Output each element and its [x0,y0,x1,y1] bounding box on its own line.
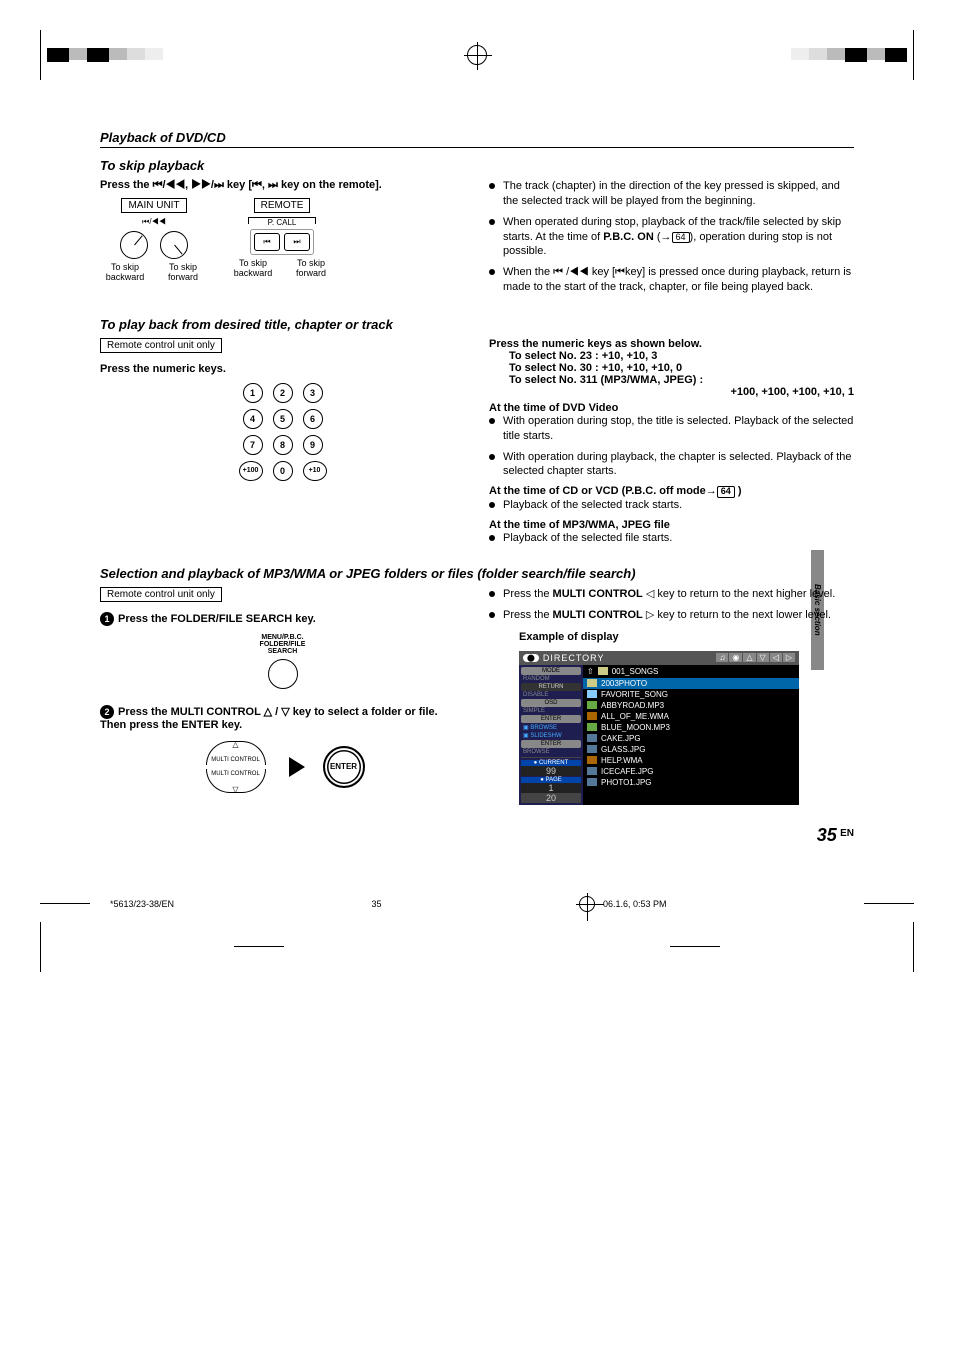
skip-back-label: To skip backward [228,259,278,279]
skip-playback-heading: To skip playback [100,158,854,173]
num-key: 1 [243,383,263,403]
num-key: 2 [273,383,293,403]
folder-search-heading: Selection and playback of MP3/WMA or JPE… [100,566,854,581]
num-key: +100 [239,461,263,481]
skip-fwd-label: To skip forward [286,259,336,279]
search-button-icon [268,659,298,689]
multi-control-up-icon: △MULTI CONTROL [206,741,266,765]
numeric-keypad-diagram: 1 2 3 4 5 6 7 8 9 +100 [239,383,327,481]
numeric-example-heading: Press the numeric keys as shown below. [489,338,854,350]
skip-note: When the ⏮ /◀◀ key [⏮key] is pressed onc… [489,265,854,295]
dvd-note: With operation during stop, the title is… [489,414,854,444]
remote-next-button-icon: ⏭ [284,233,310,251]
multi-control-note: Press the MULTI CONTROL ▷ key to return … [489,608,854,623]
list-item: 2003PHOTO [583,678,799,689]
skip-fwd-label: To skip forward [158,263,208,283]
folder-search-key-diagram: MENU/P.B.C. FOLDER/FILE SEARCH [100,634,465,689]
step-2: 2Press the MULTI CONTROL △ / ▽ key to se… [100,705,465,731]
enter-button-icon: ENTER [323,746,365,788]
multi-control-down-icon: MULTI CONTROL▽ [206,769,266,793]
list-item: ICECAFE.JPG [583,766,799,777]
list-item: HELP.WMA [583,755,799,766]
display-example: ⬤ DIRECTORY ♫◉△▽◁▷ MODE RANDOM RETURN DI… [519,651,799,805]
num-key: 8 [273,435,293,455]
playback-title-heading: To play back from desired title, chapter… [100,317,854,332]
footer: *5613/23-38/EN 35 06.1.6, 0:53 PM [40,896,914,912]
num-key: 9 [303,435,323,455]
dvd-note: With operation during playback, the chap… [489,450,854,480]
display-badges: ♫◉△▽◁▷ [716,653,795,662]
list-item: ABBYROAD.MP3 [583,700,799,711]
num-key: 4 [243,409,263,429]
dvd-video-heading: At the time of DVD Video [489,402,854,414]
registration-mark-icon [467,45,487,65]
remote-diagram: REMOTE P. CALL ⏮ ⏭ To skip backward To s… [228,198,336,279]
multi-control-note: Press the MULTI CONTROL ◁ key to return … [489,587,854,602]
select-example: To select No. 23 : +10, +10, 3 [509,350,854,362]
press-numeric-label: Press the numeric keys. [100,363,465,375]
remote-only-label: Remote control unit only [100,338,222,353]
remote-only-label: Remote control unit only [100,587,222,602]
select-example: +100, +100, +100, +10, 1 [489,386,854,398]
page-number: 35 EN [100,825,854,846]
arrow-right-icon [289,757,305,777]
remote-prev-button-icon: ⏮ [254,233,280,251]
skip-fwd-knob-icon [160,231,188,259]
skip-instruction: Press the ⏮/◀◀, ▶▶/⏭ key [⏮, ⏭ key on th… [100,179,465,192]
main-unit-diagram: MAIN UNIT ⏮/◀◀ To skip backward [100,198,208,283]
list-item: GLASS.JPG [583,744,799,755]
top-crop-row [40,30,914,80]
num-key: 7 [243,435,263,455]
select-example: To select No. 311 (MP3/WMA, JPEG) : [509,374,854,386]
num-key: 5 [273,409,293,429]
cd-note: Playback of the selected track starts. [489,498,854,513]
num-key: 6 [303,409,323,429]
multi-control-enter-diagram: △MULTI CONTROL MULTI CONTROL▽ ENTER [100,741,465,793]
skip-back-knob-icon [120,231,148,259]
list-item: PHOTO1.JPG [583,777,799,788]
step-1: 1Press the FOLDER/FILE SEARCH key. [100,612,465,626]
skip-note: When operated during stop, playback of t… [489,215,854,260]
num-key: +10 [303,461,327,481]
cd-vcd-heading: At the time of CD or VCD (P.B.C. off mod… [489,485,854,498]
section-heading: Playback of DVD/CD [100,130,854,148]
num-key: 0 [273,461,293,481]
select-example: To select No. 30 : +10, +10, +10, 0 [509,362,854,374]
display-sidebar: MODE RANDOM RETURN DISABLE OSD SIMPLE EN… [519,665,583,805]
list-item: ALL_OF_ME.WMA [583,711,799,722]
mp3-heading: At the time of MP3/WMA, JPEG file [489,519,854,531]
cine-icon: ⬤ [523,654,539,662]
display-file-list: ⇧001_SONGS 2003PHOTOFAVORITE_SONGABBYROA… [583,665,799,805]
list-item: CAKE.JPG [583,733,799,744]
bottom-crop-row [40,922,914,972]
example-display-heading: Example of display [519,631,854,643]
mp3-note: Playback of the selected file starts. [489,531,854,546]
list-item: FAVORITE_SONG [583,689,799,700]
num-key: 3 [303,383,323,403]
skip-note: The track (chapter) in the direction of … [489,179,854,209]
list-item: BLUE_MOON.MP3 [583,722,799,733]
skip-back-label: To skip backward [100,263,150,283]
